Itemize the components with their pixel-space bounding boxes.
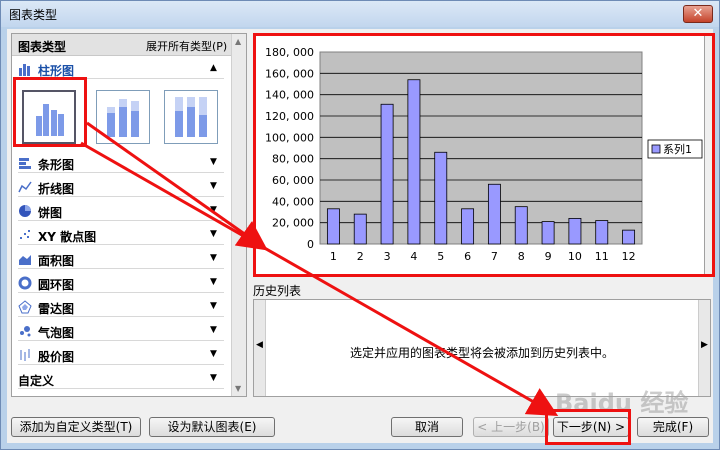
annotation-arrows [80, 121, 559, 416]
arrow-to-preview [86, 121, 268, 251]
chart-type-dialog: 图表类型 ✕ 图表类型 展开所有类型(P) ▲ ▼ 柱形图 ▲ 条形图 ▼ 折线… [0, 0, 720, 450]
arrow-to-next [80, 141, 559, 416]
